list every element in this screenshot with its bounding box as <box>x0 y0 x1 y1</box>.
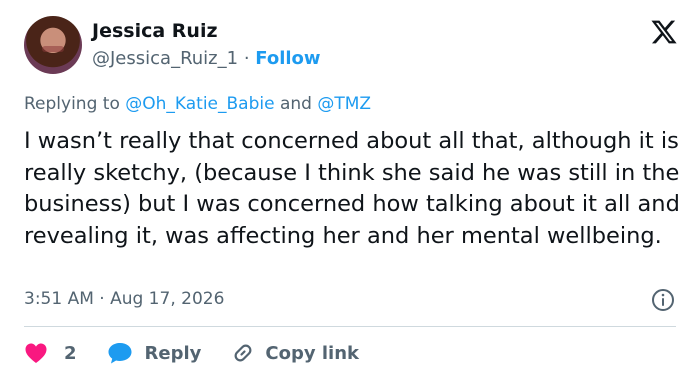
action-bar: 2 Reply Copy link <box>24 338 359 368</box>
x-logo-icon[interactable] <box>650 18 678 46</box>
author-name[interactable]: Jessica Ruiz <box>92 20 218 42</box>
like-button[interactable]: 2 <box>24 342 77 364</box>
speech-bubble-icon <box>108 343 132 364</box>
link-icon <box>234 344 252 362</box>
reply-prefix: Replying to <box>24 94 120 114</box>
follow-link[interactable]: Follow <box>255 48 320 69</box>
reply-conjunction: and <box>279 94 312 114</box>
info-icon[interactable] <box>651 288 675 312</box>
heart-icon <box>25 343 47 363</box>
mention-link-2[interactable]: @TMZ <box>317 94 371 114</box>
reply-context: Replying to @Oh_Katie_Babie and @TMZ <box>24 94 371 114</box>
mention-link-1[interactable]: @Oh_Katie_Babie <box>125 94 274 114</box>
author-avatar[interactable] <box>24 16 82 74</box>
copy-link-button[interactable]: Copy link <box>231 341 359 365</box>
reply-label: Reply <box>144 342 202 364</box>
like-count: 2 <box>64 342 77 364</box>
author-handle-row: @Jessica_Ruiz_1 · Follow <box>92 48 321 69</box>
tweet-text: I wasn’t really that concerned about all… <box>24 128 680 249</box>
reply-button[interactable]: Reply <box>107 341 202 365</box>
divider <box>24 326 676 327</box>
tweet-timestamp[interactable]: 3:51 AM · Aug 17, 2026 <box>24 289 224 309</box>
copy-link-label: Copy link <box>265 342 359 364</box>
separator-dot: · <box>243 48 250 69</box>
author-handle[interactable]: @Jessica_Ruiz_1 <box>92 48 238 69</box>
